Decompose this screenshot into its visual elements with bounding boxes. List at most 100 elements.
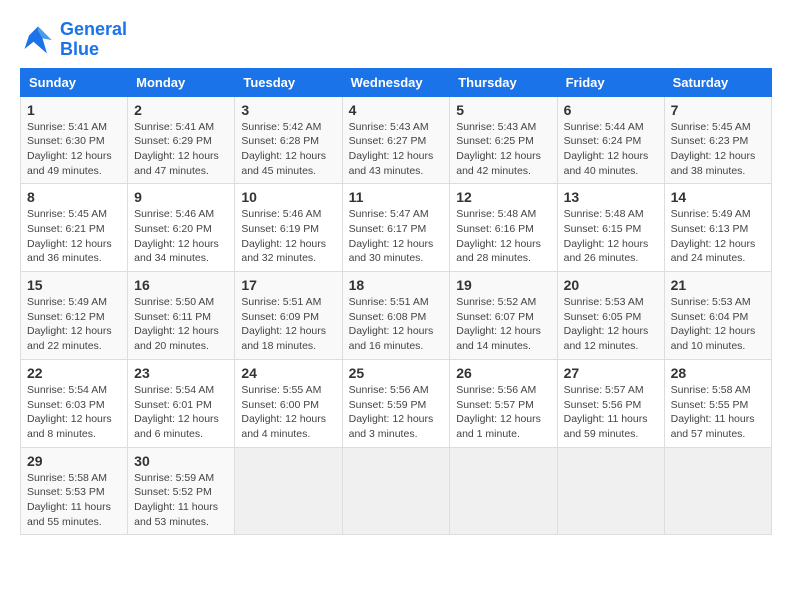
day-info: Sunrise: 5:58 AM Sunset: 5:53 PM Dayligh… [27, 471, 121, 530]
calendar-cell: 1 Sunrise: 5:41 AM Sunset: 6:30 PM Dayli… [21, 96, 128, 184]
calendar-header-wednesday: Wednesday [342, 68, 450, 96]
daylight-text: Daylight: 12 hours and 36 minutes. [27, 238, 112, 265]
day-number: 14 [671, 189, 765, 205]
sunrise-text: Sunrise: 5:41 AM [134, 121, 214, 133]
sunset-text: Sunset: 5:59 PM [349, 399, 427, 411]
daylight-text: Daylight: 11 hours and 59 minutes. [564, 413, 648, 440]
sunset-text: Sunset: 5:53 PM [27, 486, 105, 498]
sunrise-text: Sunrise: 5:45 AM [671, 121, 751, 133]
calendar-week-row: 15 Sunrise: 5:49 AM Sunset: 6:12 PM Dayl… [21, 272, 772, 360]
daylight-text: Daylight: 12 hours and 30 minutes. [349, 238, 434, 265]
page-header: General Blue [20, 20, 772, 60]
sunset-text: Sunset: 6:29 PM [134, 135, 212, 147]
calendar-cell: 24 Sunrise: 5:55 AM Sunset: 6:00 PM Dayl… [235, 359, 342, 447]
calendar-cell: 3 Sunrise: 5:42 AM Sunset: 6:28 PM Dayli… [235, 96, 342, 184]
daylight-text: Daylight: 12 hours and 14 minutes. [456, 325, 541, 352]
sunrise-text: Sunrise: 5:53 AM [564, 296, 644, 308]
calendar-header-friday: Friday [557, 68, 664, 96]
daylight-text: Daylight: 11 hours and 55 minutes. [27, 501, 111, 528]
day-number: 11 [349, 189, 444, 205]
sunrise-text: Sunrise: 5:42 AM [241, 121, 321, 133]
day-number: 25 [349, 365, 444, 381]
daylight-text: Daylight: 12 hours and 45 minutes. [241, 150, 326, 177]
day-number: 29 [27, 453, 121, 469]
sunrise-text: Sunrise: 5:58 AM [671, 384, 751, 396]
day-info: Sunrise: 5:56 AM Sunset: 5:57 PM Dayligh… [456, 383, 550, 442]
day-number: 10 [241, 189, 335, 205]
calendar-week-row: 8 Sunrise: 5:45 AM Sunset: 6:21 PM Dayli… [21, 184, 772, 272]
day-info: Sunrise: 5:53 AM Sunset: 6:04 PM Dayligh… [671, 295, 765, 354]
calendar-header-sunday: Sunday [21, 68, 128, 96]
day-number: 20 [564, 277, 658, 293]
daylight-text: Daylight: 12 hours and 4 minutes. [241, 413, 326, 440]
sunset-text: Sunset: 6:08 PM [349, 311, 427, 323]
calendar-cell: 7 Sunrise: 5:45 AM Sunset: 6:23 PM Dayli… [664, 96, 771, 184]
daylight-text: Daylight: 12 hours and 3 minutes. [349, 413, 434, 440]
sunrise-text: Sunrise: 5:44 AM [564, 121, 644, 133]
day-number: 27 [564, 365, 658, 381]
calendar-header-monday: Monday [128, 68, 235, 96]
daylight-text: Daylight: 12 hours and 49 minutes. [27, 150, 112, 177]
day-number: 22 [27, 365, 121, 381]
day-info: Sunrise: 5:48 AM Sunset: 6:16 PM Dayligh… [456, 207, 550, 266]
calendar-cell: 5 Sunrise: 5:43 AM Sunset: 6:25 PM Dayli… [450, 96, 557, 184]
day-info: Sunrise: 5:46 AM Sunset: 6:20 PM Dayligh… [134, 207, 228, 266]
sunset-text: Sunset: 6:03 PM [27, 399, 105, 411]
day-number: 8 [27, 189, 121, 205]
sunset-text: Sunset: 6:28 PM [241, 135, 319, 147]
day-number: 18 [349, 277, 444, 293]
sunrise-text: Sunrise: 5:51 AM [241, 296, 321, 308]
calendar-cell: 28 Sunrise: 5:58 AM Sunset: 5:55 PM Dayl… [664, 359, 771, 447]
daylight-text: Daylight: 11 hours and 57 minutes. [671, 413, 755, 440]
sunrise-text: Sunrise: 5:47 AM [349, 208, 429, 220]
daylight-text: Daylight: 12 hours and 43 minutes. [349, 150, 434, 177]
day-info: Sunrise: 5:42 AM Sunset: 6:28 PM Dayligh… [241, 120, 335, 179]
sunrise-text: Sunrise: 5:48 AM [564, 208, 644, 220]
sunset-text: Sunset: 6:09 PM [241, 311, 319, 323]
calendar-cell: 27 Sunrise: 5:57 AM Sunset: 5:56 PM Dayl… [557, 359, 664, 447]
sunset-text: Sunset: 6:19 PM [241, 223, 319, 235]
day-number: 15 [27, 277, 121, 293]
daylight-text: Daylight: 12 hours and 47 minutes. [134, 150, 219, 177]
day-number: 21 [671, 277, 765, 293]
sunset-text: Sunset: 6:07 PM [456, 311, 534, 323]
calendar-cell [342, 447, 450, 535]
calendar-cell: 11 Sunrise: 5:47 AM Sunset: 6:17 PM Dayl… [342, 184, 450, 272]
daylight-text: Daylight: 12 hours and 26 minutes. [564, 238, 649, 265]
sunrise-text: Sunrise: 5:49 AM [671, 208, 751, 220]
day-info: Sunrise: 5:54 AM Sunset: 6:01 PM Dayligh… [134, 383, 228, 442]
sunset-text: Sunset: 6:11 PM [134, 311, 211, 323]
calendar-cell: 20 Sunrise: 5:53 AM Sunset: 6:05 PM Dayl… [557, 272, 664, 360]
calendar-week-row: 22 Sunrise: 5:54 AM Sunset: 6:03 PM Dayl… [21, 359, 772, 447]
sunrise-text: Sunrise: 5:48 AM [456, 208, 536, 220]
day-number: 28 [671, 365, 765, 381]
daylight-text: Daylight: 12 hours and 10 minutes. [671, 325, 756, 352]
sunset-text: Sunset: 6:00 PM [241, 399, 319, 411]
day-number: 19 [456, 277, 550, 293]
calendar-cell: 30 Sunrise: 5:59 AM Sunset: 5:52 PM Dayl… [128, 447, 235, 535]
daylight-text: Daylight: 12 hours and 38 minutes. [671, 150, 756, 177]
day-info: Sunrise: 5:47 AM Sunset: 6:17 PM Dayligh… [349, 207, 444, 266]
daylight-text: Daylight: 12 hours and 34 minutes. [134, 238, 219, 265]
calendar-cell: 25 Sunrise: 5:56 AM Sunset: 5:59 PM Dayl… [342, 359, 450, 447]
sunrise-text: Sunrise: 5:41 AM [27, 121, 107, 133]
calendar-cell [557, 447, 664, 535]
sunrise-text: Sunrise: 5:54 AM [134, 384, 214, 396]
day-number: 9 [134, 189, 228, 205]
sunrise-text: Sunrise: 5:56 AM [456, 384, 536, 396]
day-info: Sunrise: 5:53 AM Sunset: 6:05 PM Dayligh… [564, 295, 658, 354]
sunrise-text: Sunrise: 5:49 AM [27, 296, 107, 308]
day-info: Sunrise: 5:43 AM Sunset: 6:27 PM Dayligh… [349, 120, 444, 179]
calendar-cell: 8 Sunrise: 5:45 AM Sunset: 6:21 PM Dayli… [21, 184, 128, 272]
sunset-text: Sunset: 6:21 PM [27, 223, 105, 235]
daylight-text: Daylight: 11 hours and 53 minutes. [134, 501, 218, 528]
day-number: 13 [564, 189, 658, 205]
calendar-cell: 21 Sunrise: 5:53 AM Sunset: 6:04 PM Dayl… [664, 272, 771, 360]
day-info: Sunrise: 5:51 AM Sunset: 6:08 PM Dayligh… [349, 295, 444, 354]
day-info: Sunrise: 5:41 AM Sunset: 6:29 PM Dayligh… [134, 120, 228, 179]
logo-icon [20, 22, 56, 58]
sunrise-text: Sunrise: 5:51 AM [349, 296, 429, 308]
day-info: Sunrise: 5:49 AM Sunset: 6:13 PM Dayligh… [671, 207, 765, 266]
calendar-week-row: 29 Sunrise: 5:58 AM Sunset: 5:53 PM Dayl… [21, 447, 772, 535]
sunrise-text: Sunrise: 5:45 AM [27, 208, 107, 220]
